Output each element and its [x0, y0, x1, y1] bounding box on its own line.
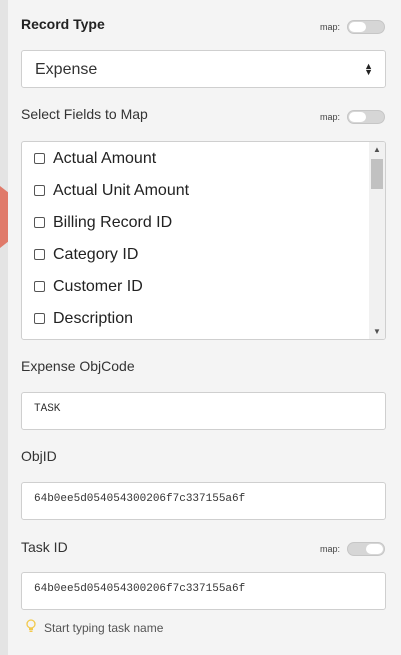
objid-input[interactable]: 64b0ee5d054054300206f7c337155a6f	[21, 482, 386, 520]
expense-objcode-label: Expense ObjCode	[21, 358, 135, 374]
record-type-label: Record Type	[21, 16, 105, 32]
lightbulb-icon	[26, 619, 36, 632]
checkbox-icon[interactable]	[34, 281, 45, 292]
field-option-label: Actual Amount	[53, 150, 157, 167]
scroll-down-arrow-icon[interactable]: ▼	[373, 328, 381, 336]
scroll-up-arrow-icon[interactable]: ▲	[373, 146, 381, 154]
module-node-fragment	[0, 186, 8, 248]
field-option-label: Customer ID	[53, 278, 143, 295]
task-id-map-label: map:	[320, 544, 341, 554]
task-id-input[interactable]: 64b0ee5d054054300206f7c337155a6f	[21, 572, 386, 610]
toggle-knob	[349, 22, 366, 32]
select-caret-icon: ▲ ▼	[364, 61, 373, 77]
listbox-scrollbar[interactable]: ▲ ▼	[369, 142, 385, 339]
select-fields-map-label: map:	[320, 112, 341, 122]
objid-label: ObjID	[21, 448, 57, 464]
expense-objcode-input[interactable]: TASK	[21, 392, 386, 430]
select-fields-label: Select Fields to Map	[21, 106, 148, 122]
checkbox-icon[interactable]	[34, 153, 45, 164]
field-option-label: Category ID	[53, 246, 139, 263]
record-type-map-label: map:	[320, 22, 341, 32]
scenario-canvas-edge	[0, 0, 8, 655]
module-settings-panel: Record Type map: Expense ▲ ▼ Select Field…	[8, 0, 401, 655]
checkbox-icon[interactable]	[34, 249, 45, 260]
task-id-value: 64b0ee5d054054300206f7c337155a6f	[34, 583, 246, 595]
field-option-label: Billing Record ID	[53, 214, 173, 231]
record-type-selected-value: Expense	[35, 61, 98, 78]
task-id-hint: Start typing task name	[44, 621, 164, 635]
objid-value: 64b0ee5d054054300206f7c337155a6f	[34, 493, 246, 505]
field-option-label: Actual Unit Amount	[53, 182, 190, 199]
field-option-label: Description	[53, 310, 134, 327]
toggle-knob	[349, 112, 366, 122]
toggle-knob	[366, 544, 383, 554]
checkbox-icon[interactable]	[34, 217, 45, 228]
record-type-select[interactable]: Expense ▲ ▼	[21, 50, 386, 88]
select-fields-map-toggle[interactable]	[347, 110, 385, 124]
fields-listbox[interactable]: Actual Amount Actual Unit Amount Billing…	[21, 141, 386, 340]
expense-objcode-value: TASK	[34, 403, 61, 415]
record-type-map-toggle[interactable]	[347, 20, 385, 34]
scrollbar-thumb[interactable]	[371, 159, 383, 189]
checkbox-icon[interactable]	[34, 185, 45, 196]
task-id-map-toggle[interactable]	[347, 542, 385, 556]
task-id-label: Task ID	[21, 539, 68, 555]
checkbox-icon[interactable]	[34, 313, 45, 324]
